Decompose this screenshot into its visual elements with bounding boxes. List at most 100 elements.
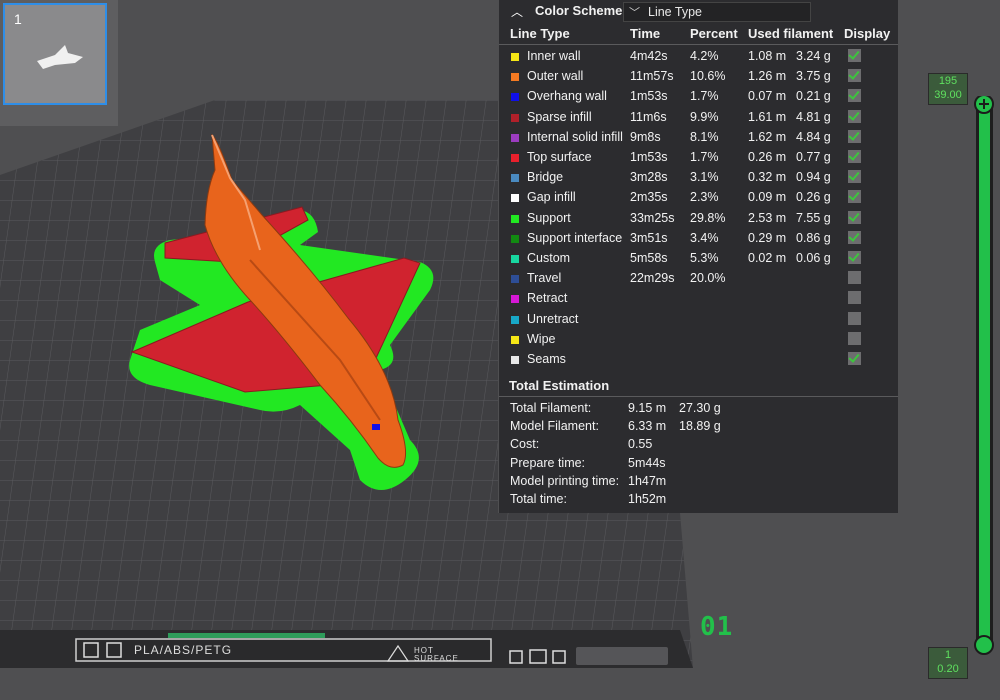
legend-row: Inner wall 4m42s 4.2% 1.08 m 3.24 g bbox=[499, 46, 898, 66]
legend-row: Overhang wall 1m53s 1.7% 0.07 m 0.21 g bbox=[499, 86, 898, 106]
estimation-value-2: 27.30 g bbox=[679, 401, 721, 415]
used-meters: 2.53 m bbox=[748, 210, 787, 225]
display-checkbox[interactable] bbox=[848, 190, 861, 204]
line-type-name: Top surface bbox=[527, 150, 592, 164]
display-checkbox[interactable] bbox=[848, 170, 861, 184]
used-grams: 0.21 g bbox=[796, 89, 831, 104]
color-swatch bbox=[511, 133, 519, 142]
display-checkbox[interactable] bbox=[848, 331, 861, 345]
estimation-row: Total time: 1h52m bbox=[499, 492, 898, 510]
line-type-name: Gap infill bbox=[527, 190, 576, 205]
legend-row: Support interface 3m51s 3.4% 0.29 m 0.86 g bbox=[499, 228, 898, 248]
estimation-value: 6.33 m bbox=[628, 419, 667, 434]
color-swatch bbox=[511, 234, 519, 243]
display-checkbox[interactable] bbox=[848, 251, 861, 264]
time-value: 4m42s bbox=[630, 49, 668, 63]
percent-value: 3.4% bbox=[690, 230, 719, 245]
collapse-icon[interactable]: ︿ bbox=[511, 3, 523, 20]
estimation-value: 9.15 m bbox=[628, 401, 667, 415]
percent-value: 8.1% bbox=[690, 129, 719, 144]
color-swatch bbox=[511, 356, 519, 364]
used-grams: 3.24 g bbox=[796, 49, 831, 63]
divider bbox=[499, 44, 898, 45]
header-used-filament: Used filament bbox=[748, 26, 834, 41]
estimation-value: 5m44s bbox=[628, 455, 666, 470]
color-scheme-select[interactable]: ﹀ Line Type bbox=[623, 2, 811, 22]
estimation-label: Model printing time: bbox=[510, 473, 620, 488]
top-layer-height: 39.00 bbox=[934, 89, 962, 101]
display-checkbox[interactable] bbox=[848, 230, 861, 244]
legend-row: Gap infill 2m35s 2.3% 0.09 m 0.26 g bbox=[499, 187, 898, 207]
estimation-row: Model printing time: 1h47m bbox=[499, 474, 898, 492]
legend-row: Unretract bbox=[499, 309, 898, 329]
legend-row: Support 33m25s 29.8% 2.53 m 7.55 g bbox=[499, 208, 898, 228]
display-checkbox[interactable] bbox=[848, 69, 861, 83]
line-type-name: Seams bbox=[527, 352, 566, 366]
used-meters: 0.02 m bbox=[748, 251, 787, 265]
plate-thumbnail-index: 1 bbox=[14, 11, 22, 27]
used-meters: 1.62 m bbox=[748, 129, 787, 144]
color-swatch bbox=[511, 295, 519, 304]
header-line-type: Line Type bbox=[510, 26, 570, 41]
display-checkbox[interactable] bbox=[848, 49, 861, 62]
time-value: 2m35s bbox=[630, 190, 668, 205]
display-checkbox[interactable] bbox=[848, 271, 861, 285]
used-meters: 0.29 m bbox=[748, 230, 787, 245]
used-grams: 7.55 g bbox=[796, 210, 831, 225]
color-scheme-header: ︿ Color Scheme ﹀ Line Type bbox=[499, 0, 898, 24]
plate-number-label: 01 bbox=[700, 612, 734, 642]
slider-bottom-handle bbox=[974, 635, 994, 655]
percent-value: 10.6% bbox=[690, 69, 726, 84]
display-checkbox[interactable] bbox=[848, 352, 861, 365]
percent-value: 2.3% bbox=[690, 190, 719, 205]
divider bbox=[499, 396, 898, 397]
legend-row: Custom 5m58s 5.3% 0.02 m 0.06 g bbox=[499, 248, 898, 268]
plate-thumbnail[interactable]: 1 bbox=[3, 3, 107, 105]
display-checkbox[interactable] bbox=[848, 291, 861, 305]
display-checkbox[interactable] bbox=[848, 89, 861, 103]
display-checkbox[interactable] bbox=[848, 150, 861, 163]
line-type-name: Internal solid infill bbox=[527, 129, 623, 144]
legend-row: Internal solid infill 9m8s 8.1% 1.62 m 4.84 … bbox=[499, 127, 898, 147]
used-meters: 1.26 m bbox=[748, 69, 787, 84]
legend-row: Wipe bbox=[499, 329, 898, 349]
display-checkbox[interactable] bbox=[848, 129, 861, 143]
estimation-label: Total Filament: bbox=[510, 401, 592, 415]
top-layer-number: 195 bbox=[938, 75, 958, 87]
hot-text-line2: SURFACE bbox=[414, 654, 459, 663]
color-swatch bbox=[511, 93, 519, 102]
display-checkbox[interactable] bbox=[848, 109, 861, 123]
layer-slider[interactable] bbox=[966, 96, 1000, 656]
header-time: Time bbox=[630, 26, 661, 41]
estimation-row: Total Filament: 9.15 m 27.30 g bbox=[499, 401, 898, 419]
line-type-name: Bridge bbox=[527, 170, 564, 185]
estimation-value: 1h52m bbox=[628, 492, 667, 506]
time-value: 5m58s bbox=[630, 251, 668, 265]
used-meters: 1.08 m bbox=[748, 49, 787, 63]
used-grams: 4.81 g bbox=[796, 109, 831, 124]
percent-value: 20.0% bbox=[690, 271, 726, 286]
line-type-name: Sparse infill bbox=[527, 109, 592, 124]
color-swatch bbox=[511, 73, 519, 82]
color-scheme-value: Line Type bbox=[648, 5, 702, 19]
legend-row: Bridge 3m28s 3.1% 0.32 m 0.94 g bbox=[499, 167, 898, 187]
airplane-icon bbox=[37, 45, 83, 69]
line-type-name: Unretract bbox=[527, 311, 579, 326]
estimation-label: Total time: bbox=[510, 492, 567, 506]
used-grams: 0.77 g bbox=[796, 150, 831, 164]
line-type-name: Outer wall bbox=[527, 69, 584, 84]
used-grams: 0.26 g bbox=[796, 190, 831, 205]
display-checkbox[interactable] bbox=[848, 210, 861, 224]
bottom-layer-number: 1 bbox=[944, 649, 952, 661]
used-meters: 0.09 m bbox=[748, 190, 787, 205]
line-type-name: Custom bbox=[527, 251, 571, 265]
percent-value: 5.3% bbox=[690, 251, 719, 265]
display-checkbox[interactable] bbox=[848, 311, 861, 325]
plate-thumbnail-panel: 1 bbox=[0, 0, 118, 126]
estimation-value: 1h47m bbox=[628, 473, 667, 488]
time-value: 22m29s bbox=[630, 271, 675, 286]
line-type-name: Support interface bbox=[527, 230, 623, 245]
line-type-name: Travel bbox=[527, 271, 562, 286]
color-swatch bbox=[511, 53, 519, 61]
layer-slider-bottom-label: 1 0.20 bbox=[928, 647, 968, 679]
